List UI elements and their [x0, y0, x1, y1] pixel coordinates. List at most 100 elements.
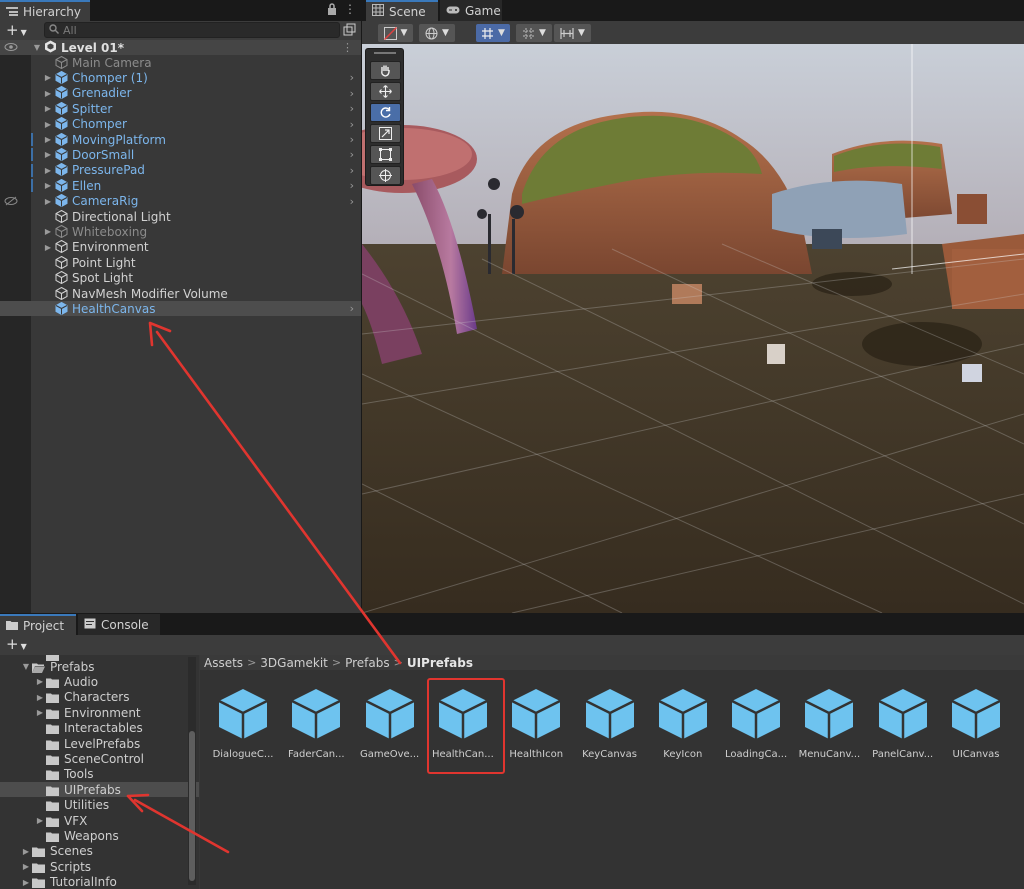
hand-tool-button[interactable] — [370, 61, 401, 80]
kebab-menu-icon[interactable]: ⋮ — [344, 2, 356, 16]
chevron-right-icon[interactable]: › — [350, 71, 354, 84]
expand-caret-icon[interactable]: ▶ — [43, 135, 53, 144]
expand-caret-icon[interactable]: ▶ — [0, 862, 32, 871]
hierarchy-item[interactable]: ▶ Grenadier › — [31, 86, 361, 101]
hierarchy-item[interactable]: ▶ Ellen › — [31, 178, 361, 193]
folder-tree-item[interactable]: SceneControl — [0, 751, 199, 766]
breadcrumb-item[interactable]: UIPrefabs — [407, 656, 473, 670]
tab-game[interactable]: Game — [440, 0, 502, 21]
chevron-right-icon[interactable]: › — [350, 302, 354, 315]
asset-tile[interactable]: LoadingCa... — [721, 683, 791, 771]
chevron-right-icon[interactable]: › — [350, 164, 354, 177]
gizmo-align-dropdown[interactable]: ▼ — [554, 24, 591, 42]
asset-tile[interactable]: FaderCan... — [281, 683, 351, 771]
chevron-right-icon[interactable]: › — [350, 179, 354, 192]
expand-caret-icon[interactable]: ▶ — [43, 227, 53, 236]
create-asset-button[interactable]: + ▼ — [6, 635, 27, 653]
asset-tile[interactable]: HealthIcon — [501, 683, 571, 771]
hierarchy-item[interactable]: NavMesh Modifier Volume — [31, 286, 361, 301]
chevron-right-icon[interactable]: › — [350, 195, 354, 208]
hierarchy-item[interactable]: HealthCanvas › — [0, 301, 361, 317]
hierarchy-item[interactable]: Point Light — [31, 255, 361, 270]
folder-tree-item[interactable]: LevelPrefabs — [0, 736, 199, 751]
chevron-right-icon[interactable]: › — [350, 102, 354, 115]
tree-scrollbar-thumb[interactable] — [189, 731, 195, 881]
breadcrumb-item[interactable]: Assets — [204, 656, 243, 670]
draw-mode-dropdown[interactable]: ▼ — [378, 24, 413, 42]
expand-caret-icon[interactable]: ▼ — [0, 662, 32, 671]
folder-tree-item[interactable]: UIPrefabs — [0, 782, 199, 798]
folder-tree-item[interactable]: Weapons — [0, 828, 199, 843]
chevron-right-icon[interactable]: › — [350, 87, 354, 100]
folder-tree-item[interactable]: ▶ Scenes — [0, 844, 199, 859]
expand-caret-icon[interactable]: ▼ — [32, 43, 42, 52]
folder-tree-item[interactable]: ▶ TutorialInfo — [0, 875, 199, 889]
asset-tile[interactable]: PanelCanv... — [868, 683, 938, 771]
hierarchy-item[interactable]: ▶ Chomper › — [31, 117, 361, 132]
expand-caret-icon[interactable]: ▶ — [0, 847, 32, 856]
hierarchy-item[interactable]: ▶ Whiteboxing — [31, 224, 361, 239]
chevron-right-icon[interactable]: › — [350, 118, 354, 131]
expand-caret-icon[interactable]: ▶ — [43, 197, 53, 206]
scale-tool-button[interactable] — [370, 124, 401, 143]
hierarchy-item[interactable]: ▶ Environment — [31, 240, 361, 255]
hierarchy-item[interactable]: ▶ MovingPlatform › — [31, 132, 361, 147]
asset-tile[interactable]: HealthCan... — [428, 683, 498, 771]
folder-tree-item[interactable]: ▶ Environment — [0, 705, 199, 720]
folder-tree-item[interactable]: ▶ Audio — [0, 674, 199, 689]
hierarchy-item[interactable]: Main Camera — [31, 55, 361, 70]
tab-hierarchy[interactable]: Hierarchy — [0, 0, 90, 21]
asset-tile[interactable]: KeyCanvas — [575, 683, 645, 771]
scene-viewport[interactable] — [362, 44, 1024, 613]
lock-icon[interactable] — [327, 3, 337, 18]
folder-tree-item[interactable]: Tools — [0, 767, 199, 782]
tab-console[interactable]: Console — [78, 614, 160, 635]
incremental-snap-dropdown[interactable]: ▼ — [516, 24, 552, 42]
expand-caret-icon[interactable]: ▶ — [43, 181, 53, 190]
expand-caret-icon[interactable]: ▶ — [0, 816, 46, 825]
palette-drag-handle[interactable] — [374, 52, 396, 54]
asset-tile[interactable]: MenuCanv... — [794, 683, 864, 771]
scene-view-options-dropdown[interactable]: ▼ — [419, 24, 455, 42]
breadcrumb-item[interactable]: Prefabs — [345, 656, 390, 670]
chevron-right-icon[interactable]: › — [350, 148, 354, 161]
expand-caret-icon[interactable]: ▶ — [43, 104, 53, 113]
scene-menu-icon[interactable]: ⋮ — [342, 41, 353, 54]
add-object-button[interactable]: + ▼ — [6, 21, 27, 39]
folder-tree-item[interactable]: ▼ Prefabs — [0, 659, 199, 674]
folder-tree-item[interactable]: Interactables — [0, 721, 199, 736]
hierarchy-item[interactable]: Spot Light — [31, 271, 361, 286]
visibility-gutter[interactable] — [0, 40, 31, 613]
hierarchy-item[interactable]: ▶ PressurePad › — [31, 163, 361, 178]
chevron-right-icon[interactable]: › — [350, 133, 354, 146]
expand-caret-icon[interactable]: ▶ — [43, 243, 53, 252]
expand-caret-icon[interactable]: ▶ — [0, 708, 46, 717]
expand-caret-icon[interactable]: ▶ — [43, 166, 53, 175]
breadcrumb-item[interactable]: 3DGamekit — [260, 656, 328, 670]
asset-tile[interactable]: GameOve... — [355, 683, 425, 771]
hierarchy-item[interactable]: Directional Light — [31, 209, 361, 224]
expand-caret-icon[interactable]: ▶ — [43, 73, 53, 82]
asset-tile[interactable]: DialogueC... — [208, 683, 278, 771]
hierarchy-item[interactable]: ▶ Spitter › — [31, 101, 361, 116]
expand-caret-icon[interactable]: ▶ — [0, 878, 32, 887]
asset-tile[interactable]: KeyIcon — [648, 683, 718, 771]
scene-root-row[interactable]: ▼ Level 01* ⋮ — [0, 40, 361, 55]
eye-icon[interactable] — [4, 41, 18, 56]
hierarchy-item[interactable]: ▶ Chomper (1) › — [31, 70, 361, 85]
folder-tree-item[interactable]: ▶ Characters — [0, 690, 199, 705]
folder-tree-item[interactable]: ▶ Scripts — [0, 859, 199, 874]
hierarchy-item[interactable]: ▶ DoorSmall › — [31, 147, 361, 162]
expand-caret-icon[interactable]: ▶ — [43, 120, 53, 129]
rect-tool-button[interactable] — [370, 145, 401, 164]
tab-scene[interactable]: Scene — [366, 0, 438, 21]
hidden-eye-icon[interactable] — [4, 195, 18, 210]
folder-tree-item[interactable]: ▶ VFX — [0, 813, 199, 828]
asset-tile[interactable]: UICanvas — [941, 683, 1011, 771]
expand-caret-icon[interactable]: ▶ — [0, 693, 46, 702]
folder-tree-item[interactable]: Utilities — [0, 798, 199, 813]
move-tool-button[interactable] — [370, 82, 401, 101]
transform-tool-button[interactable] — [370, 166, 401, 185]
hierarchy-item[interactable]: ▶ CameraRig › — [31, 194, 361, 209]
expand-caret-icon[interactable]: ▶ — [43, 150, 53, 159]
